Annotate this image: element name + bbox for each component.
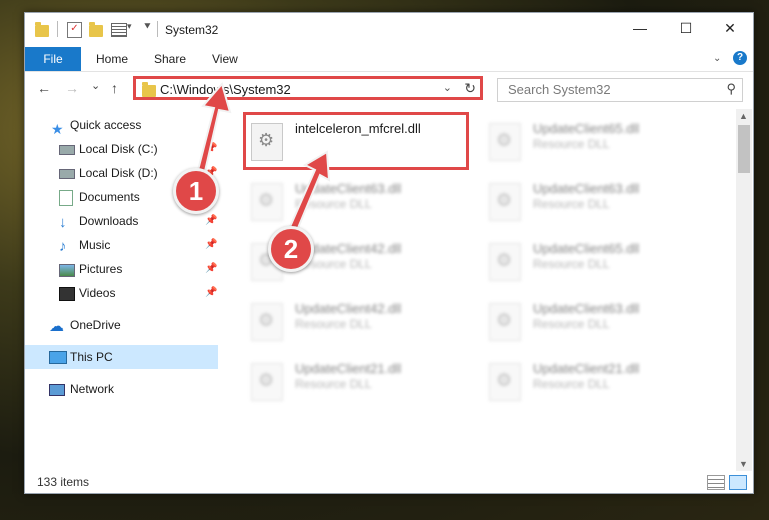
annotation-arrows	[194, 81, 331, 242]
arrow-1	[194, 81, 232, 182]
step-2-badge: 2	[268, 226, 314, 272]
step-1-badge: 1	[173, 168, 219, 214]
